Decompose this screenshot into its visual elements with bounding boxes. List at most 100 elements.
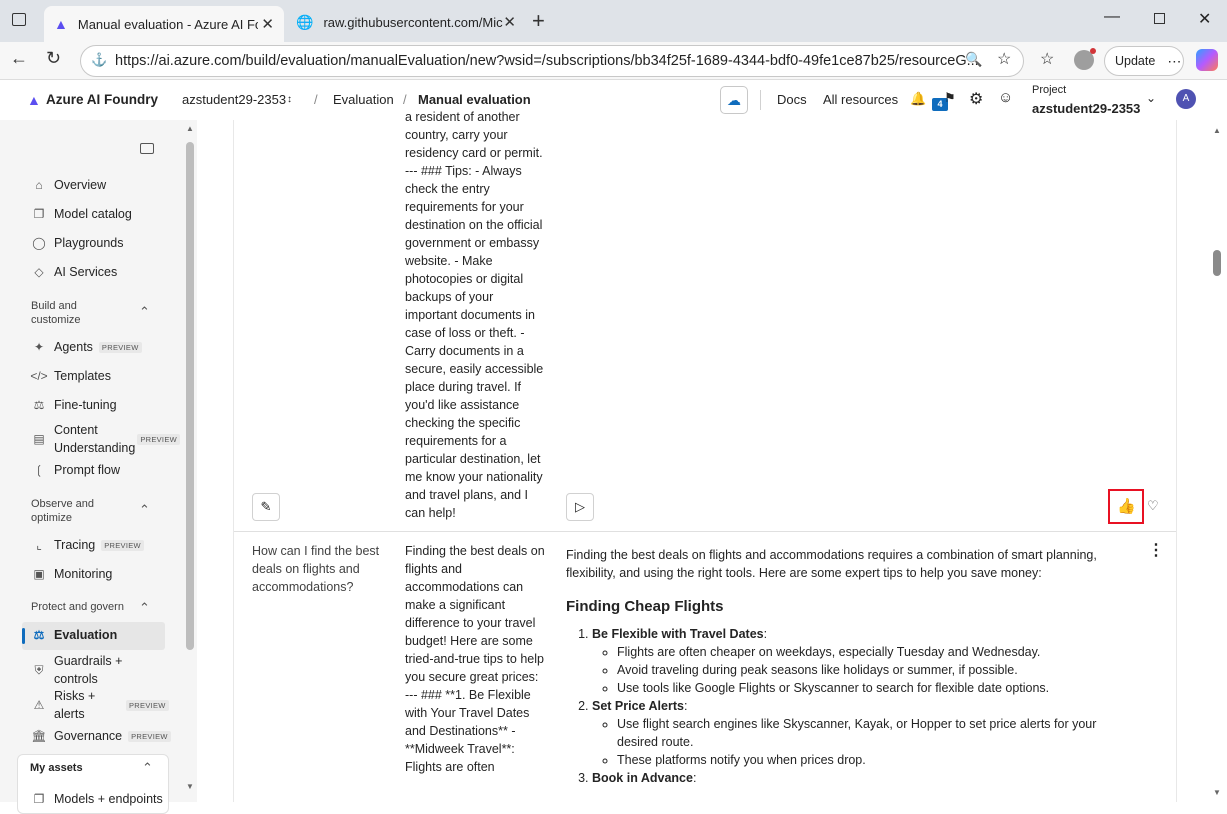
scale-icon: ⚖ — [33, 628, 45, 642]
row-divider — [234, 531, 1176, 532]
nav-fine-tuning[interactable]: ⚖ Fine-tuning — [30, 398, 117, 412]
document-icon: ▤ — [33, 432, 45, 446]
thumbs-down-icon[interactable]: ♡ — [1147, 498, 1159, 514]
grid-right-border — [1176, 120, 1177, 802]
brand-title[interactable]: Azure AI Foundry — [46, 92, 158, 107]
nav-ai-services[interactable]: ◇ AI Services — [30, 265, 117, 279]
refresh-icon[interactable]: ↻ — [46, 48, 61, 69]
azure-ai-favicon-icon: ▲ — [54, 16, 68, 32]
new-tab-icon[interactable]: + — [532, 8, 545, 34]
governance-icon: 🏛 — [31, 729, 47, 743]
more-options-icon[interactable]: ⋮ — [1148, 540, 1164, 560]
tip-item: Be Flexible with Travel Dates:Flights ar… — [592, 625, 1111, 697]
thumbs-up-icon[interactable]: 👍 — [1117, 497, 1136, 515]
url-input[interactable]: ⚓ https://ai.azure.com/build/evaluation/… — [80, 45, 1024, 77]
nav-agents[interactable]: ✦ Agents PREVIEW — [30, 340, 142, 354]
maximize-icon[interactable] — [1154, 13, 1165, 24]
close-window-icon[interactable]: ✕ — [1198, 9, 1211, 29]
tip-bullets: Use flight search engines like Skyscanne… — [592, 715, 1111, 769]
nav-evaluation[interactable]: ⚖ Evaluation — [30, 628, 118, 642]
globe-icon: 🌐 — [296, 13, 314, 30]
tip-title: Be Flexible with Travel Dates — [592, 627, 764, 641]
minimize-icon[interactable]: — — [1104, 8, 1120, 26]
tip-bullet: Avoid traveling during peak seasons like… — [617, 661, 1111, 679]
user-avatar[interactable]: A — [1176, 89, 1196, 109]
zoom-icon[interactable]: 🔍 — [965, 51, 982, 68]
tab-actions-icon[interactable] — [12, 13, 26, 26]
nav-playgrounds[interactable]: ◯ Playgrounds — [30, 236, 123, 250]
settings-gear-icon[interactable]: ⚙ — [969, 89, 983, 109]
feedback-smiley-icon[interactable]: ☺ — [998, 89, 1013, 106]
preview-badge: PREVIEW — [98, 341, 142, 353]
bell-icon[interactable]: 🔔 — [910, 91, 926, 107]
section-observe-optimize: Observe and optimize — [31, 498, 94, 524]
nav-governance[interactable]: 🏛 Governance PREVIEW — [30, 729, 171, 743]
section-protect-govern: Protect and govern — [31, 601, 124, 613]
favorite-star-icon[interactable]: ☆ — [997, 49, 1011, 69]
address-bar-row: ← ↻ ⚓ https://ai.azure.com/build/evaluat… — [0, 42, 1227, 80]
tab-raw-github[interactable]: 🌐 raw.githubusercontent.com/Micro ✕ — [286, 6, 526, 38]
all-resources-link[interactable]: All resources — [823, 92, 898, 107]
docs-link[interactable]: Docs — [777, 92, 807, 107]
close-tab-icon[interactable]: ✕ — [261, 15, 274, 33]
nav-monitoring[interactable]: ▣ Monitoring — [30, 567, 112, 581]
copilot-chat-icon[interactable]: ☁ — [720, 86, 748, 114]
nav-guardrails[interactable]: ⛨ Guardrails + controls — [30, 652, 122, 688]
tip-bullet: These platforms notify you when prices d… — [617, 751, 1111, 769]
collapse-nav-icon[interactable] — [140, 143, 154, 154]
main-scrollbar-thumb[interactable] — [1213, 250, 1221, 276]
output-intro: Finding the best deals on flights and ac… — [566, 548, 1097, 580]
project-name[interactable]: azstudent29-2353 — [1032, 101, 1140, 116]
edit-pencil-icon[interactable]: ✎ — [252, 493, 280, 521]
agent-icon: ✦ — [33, 340, 45, 354]
more-icon[interactable]: ⋯ — [1167, 53, 1181, 70]
preview-badge: PREVIEW — [126, 699, 169, 711]
code-icon: </> — [30, 369, 48, 383]
announcement-icon[interactable]: ⚑ — [944, 90, 956, 106]
tab-manual-evaluation[interactable]: ▲ Manual evaluation - Azure AI Fou ✕ — [44, 6, 284, 42]
nav-models-endpoints[interactable]: ❐ Models + endpoints — [30, 792, 163, 806]
chevron-down-icon[interactable]: ⌄ — [1146, 91, 1156, 105]
flow-icon: ❲ — [33, 463, 45, 477]
browser-tab-bar: ▲ Manual evaluation - Azure AI Fou ✕ 🌐 r… — [0, 0, 1227, 42]
nav-model-catalog[interactable]: ❐ Model catalog — [30, 207, 132, 221]
tip-title: Book in Advance — [592, 771, 693, 785]
nav-tracing[interactable]: ⌞ Tracing PREVIEW — [30, 538, 144, 552]
project-breadcrumb[interactable]: azstudent29-2353 — [182, 92, 286, 107]
scroll-down-icon[interactable]: ▼ — [186, 782, 194, 791]
nav-content-understanding[interactable]: ▤ Content Understanding PREVIEW — [30, 421, 181, 457]
run-play-icon[interactable]: ▷ — [566, 493, 594, 521]
back-icon[interactable]: ← — [10, 48, 28, 69]
close-tab-icon[interactable]: ✕ — [503, 13, 516, 31]
left-navigation: ⌂ Overview ❐ Model catalog ◯ Playgrounds ◇ A… — [0, 120, 197, 814]
chevron-up-icon[interactable]: ⌃ — [142, 760, 153, 776]
chevron-up-icon[interactable]: ⌃ — [139, 502, 150, 518]
scroll-down-icon[interactable]: ▼ — [1213, 788, 1221, 797]
chevron-up-icon[interactable]: ⌃ — [139, 304, 150, 320]
row2-question-cell: How can I find the best deals on flights… — [252, 544, 380, 594]
copilot-icon[interactable] — [1196, 49, 1218, 71]
site-info-icon[interactable]: ⚓ — [91, 52, 107, 68]
row2-output-cell: Finding the best deals on flights and ac… — [566, 546, 1111, 787]
update-button[interactable]: Update ⋯ — [1104, 46, 1184, 76]
preview-badge: PREVIEW — [128, 730, 171, 742]
scroll-up-icon[interactable]: ▲ — [186, 124, 194, 133]
alert-icon: ⚠ — [33, 698, 45, 712]
breadcrumb-evaluation[interactable]: Evaluation — [333, 92, 394, 107]
chevron-up-icon[interactable]: ⌃ — [139, 600, 150, 616]
tip-bullet: Use flight search engines like Skyscanne… — [617, 715, 1111, 751]
main-scrollbar-track[interactable] — [1209, 120, 1227, 802]
favorites-icon[interactable]: ☆ — [1040, 49, 1054, 69]
cube-icon: ❐ — [33, 207, 45, 221]
nav-risks-alerts[interactable]: ⚠ Risks + alerts PREVIEW — [30, 687, 169, 723]
nav-templates[interactable]: </> Templates — [30, 369, 111, 383]
nav-prompt-flow[interactable]: ❲ Prompt flow — [30, 463, 120, 477]
services-icon: ◇ — [34, 265, 44, 279]
scroll-up-icon[interactable]: ▲ — [1213, 126, 1221, 135]
my-assets-heading[interactable]: My assets — [30, 762, 83, 774]
evaluation-grid: a resident of another country, carry you… — [197, 110, 1227, 802]
section-build-customize: Build and customize — [31, 300, 81, 326]
nav-overview[interactable]: ⌂ Overview — [30, 178, 106, 192]
project-switch-icon[interactable]: ↕ — [287, 94, 292, 105]
sidebar-scrollbar[interactable] — [186, 142, 194, 650]
